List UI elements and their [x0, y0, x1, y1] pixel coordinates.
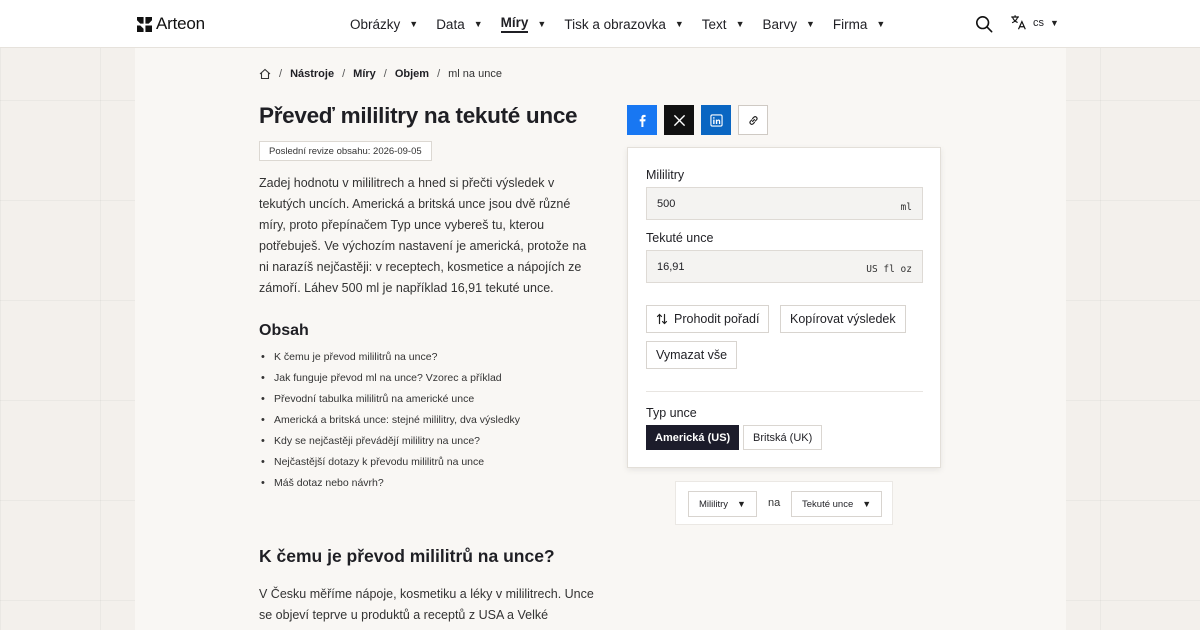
caret-down-icon: ▼: [876, 19, 886, 29]
toc-link[interactable]: Americká a britská unce: stejné mililitr…: [259, 410, 520, 431]
toc-link[interactable]: K čemu je převod mililitrů na unce?: [259, 347, 520, 368]
nav-label: Data: [436, 16, 465, 32]
milliliters-label: Mililitry: [646, 168, 685, 182]
main-nav: Obrázky ▼ Data ▼ Míry ▼ Tisk a obrazovka…: [350, 0, 885, 48]
breadcrumb: / Nástroje / Míry / Objem / ml na unce: [259, 68, 502, 80]
home-icon[interactable]: [259, 68, 271, 80]
caret-down-icon: ▼: [737, 499, 746, 509]
fluid-ounces-input[interactable]: 16,91 US fl oz: [646, 250, 923, 283]
copy-result-button[interactable]: Kopírovat výsledek: [780, 305, 906, 333]
brand-logo[interactable]: Arteon: [137, 14, 205, 34]
share-buttons: [627, 105, 768, 135]
toc-link[interactable]: Máš dotaz nebo návrh?: [259, 473, 520, 494]
caret-down-icon: ▼: [862, 499, 872, 509]
switcher-connector: na: [768, 497, 781, 509]
from-unit-value: Mililitry: [699, 498, 729, 510]
nav-label: Firma: [832, 16, 868, 32]
copy-link-button[interactable]: [738, 105, 768, 135]
share-x-button[interactable]: [664, 105, 694, 135]
x-icon: [673, 114, 685, 126]
toc-link[interactable]: Převodní tabulka mililitrů na americké u…: [259, 389, 520, 410]
revision-badge: Poslední revize obsahu: 2026-09-05: [259, 141, 432, 161]
breadcrumb-separator: /: [279, 68, 283, 80]
share-facebook-button[interactable]: [627, 105, 657, 135]
caret-down-icon: ▼: [806, 19, 815, 29]
nav-label: Míry: [500, 15, 529, 33]
caret-down-icon: ▼: [735, 19, 745, 29]
milliliters-value: 500: [657, 197, 676, 210]
link-icon: [748, 115, 758, 125]
facebook-icon: [639, 114, 646, 127]
toc-link[interactable]: Nejčastější dotazy k převodu mililitrů n…: [259, 452, 520, 473]
nav-item-obrazky[interactable]: Obrázky ▼: [350, 0, 418, 48]
brand-name: Arteon: [156, 14, 205, 33]
language-switcher[interactable]: cs ▼: [1010, 14, 1059, 31]
share-linkedin-button[interactable]: [701, 105, 731, 135]
nav-item-firma[interactable]: Firma ▼: [833, 0, 885, 48]
translate-icon: [1011, 15, 1026, 30]
breadcrumb-separator: /: [383, 68, 387, 80]
swap-order-label: Prohodit pořadí: [674, 312, 760, 326]
caret-down-icon: ▼: [473, 19, 483, 29]
fluid-ounces-unit: US fl oz: [866, 264, 912, 275]
breadcrumb-separator: /: [437, 68, 441, 80]
top-navigation: Arteon Obrázky ▼ Data ▼ Míry ▼ Tisk a ob…: [0, 0, 1200, 48]
ounce-type-us-toggle[interactable]: Americká (US): [646, 425, 740, 450]
clear-all-button[interactable]: Vymazat vše: [646, 341, 738, 369]
breadcrumb-link-nastroje[interactable]: Nástroje: [290, 68, 334, 80]
to-unit-select[interactable]: Tekuté unce ▼: [791, 491, 883, 517]
linkedin-icon: [709, 113, 723, 127]
swap-order-button[interactable]: Prohodit pořadí: [646, 305, 770, 333]
toc-link[interactable]: Jak funguje převod ml na unce? Vzorec a …: [259, 368, 520, 389]
caret-down-icon: ▼: [409, 19, 419, 29]
ounce-type-label: Typ unce: [646, 406, 697, 420]
intro-paragraph: Zadej hodnotu v mililitrech a hned si př…: [259, 176, 587, 295]
caret-down-icon: ▼: [1050, 17, 1059, 28]
search-icon[interactable]: [975, 15, 993, 33]
nav-item-data[interactable]: Data ▼: [436, 0, 482, 48]
breadcrumb-current: ml na unce: [448, 68, 502, 80]
breadcrumb-separator: /: [342, 68, 346, 80]
fluid-ounces-label: Tekuté unce: [646, 231, 714, 245]
nav-item-barvy[interactable]: Barvy ▼: [762, 0, 814, 48]
toc-link[interactable]: Kdy se nejčastěji převádějí mililitry na…: [259, 431, 520, 452]
nav-label: Text: [701, 16, 727, 32]
breadcrumb-link-miry[interactable]: Míry: [353, 68, 376, 80]
caret-down-icon: ▼: [674, 19, 684, 29]
card-divider: [646, 391, 923, 392]
nav-item-text[interactable]: Text ▼: [702, 0, 745, 48]
from-unit-select[interactable]: Mililitry ▼: [688, 491, 757, 517]
nav-label: Obrázky: [350, 16, 401, 32]
nav-item-miry[interactable]: Míry ▼: [500, 0, 547, 48]
page-title: Převeď mililitry na tekuté unce: [259, 103, 578, 128]
language-code: cs: [1033, 16, 1044, 29]
ounce-type-uk-toggle[interactable]: Britská (UK): [743, 425, 823, 450]
logo-mark-icon: [137, 16, 152, 32]
milliliters-unit: ml: [900, 202, 912, 213]
fluid-ounces-value: 16,91: [657, 260, 685, 273]
breadcrumb-link-objem[interactable]: Objem: [395, 68, 429, 80]
nav-item-tisk[interactable]: Tisk a obrazovka ▼: [564, 0, 683, 48]
section-paragraph: V Česku měříme nápoje, kosmetiku a léky …: [259, 587, 594, 622]
toc-heading: Obsah: [259, 322, 309, 339]
clear-all-label: Vymazat vše: [656, 348, 728, 362]
milliliters-input[interactable]: 500 ml: [646, 187, 923, 220]
converter-card: Mililitry 500 ml Tekuté unce 16,91 US fl…: [627, 147, 941, 468]
to-unit-value: Tekuté unce: [802, 498, 854, 510]
nav-label: Barvy: [762, 16, 797, 32]
section-heading: K čemu je převod mililitrů na unce?: [259, 546, 555, 566]
caret-down-icon: ▼: [537, 19, 547, 29]
table-of-contents: K čemu je převod mililitrů na unce? Jak …: [259, 347, 520, 494]
copy-result-label: Kopírovat výsledek: [790, 312, 896, 326]
unit-switcher: Mililitry ▼ na Tekuté unce ▼: [675, 481, 893, 525]
nav-label: Tisk a obrazovka: [564, 16, 666, 32]
swap-arrows-icon: [656, 313, 668, 325]
